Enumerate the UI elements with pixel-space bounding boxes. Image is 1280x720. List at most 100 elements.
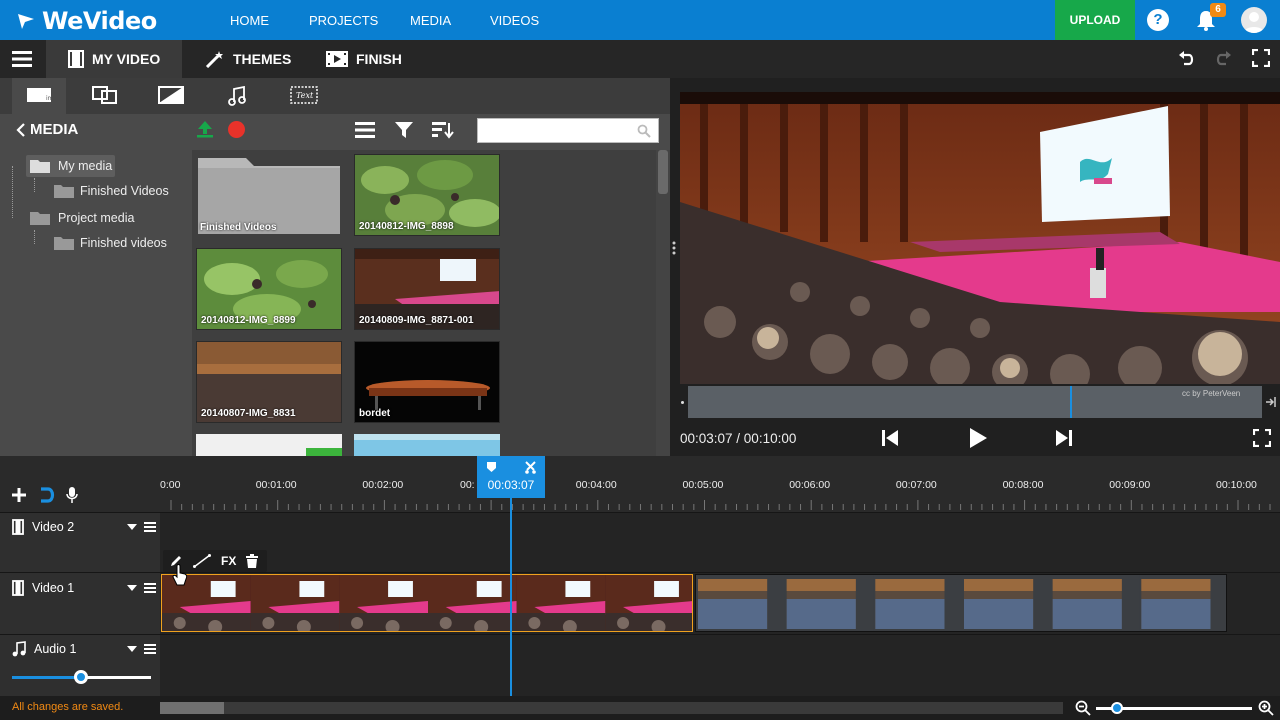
play-icon[interactable]: [968, 427, 988, 449]
video-clip-selected[interactable]: [161, 574, 693, 632]
tree-item-finished-videos[interactable]: Finished Videos: [54, 184, 169, 198]
track-video-2[interactable]: [160, 513, 1280, 572]
track-audio-1[interactable]: [160, 635, 1280, 696]
nav-media[interactable]: MEDIA: [410, 0, 451, 40]
media-item-label: 20140807-IMG_8831: [201, 408, 296, 419]
tab-themes[interactable]: THEMES: [205, 40, 291, 78]
tree-item-my-media[interactable]: My media: [30, 158, 112, 174]
hand-cursor-icon: [172, 564, 188, 586]
zoom-slider-knob[interactable]: [1111, 702, 1123, 714]
timeline-ruler[interactable]: [160, 470, 1280, 512]
preview-scrub-position: [1070, 386, 1072, 418]
magnet-icon[interactable]: [39, 487, 55, 503]
preview-fullscreen-icon[interactable]: [1253, 429, 1271, 447]
chevron-down-icon[interactable]: [127, 524, 137, 530]
media-item[interactable]: [196, 434, 342, 456]
trash-icon[interactable]: [246, 554, 259, 568]
sort-icon[interactable]: [432, 121, 454, 139]
video-clip[interactable]: [695, 574, 1227, 632]
upload-arrow-icon[interactable]: [195, 120, 215, 138]
media-item[interactable]: 20140807-IMG_8831: [196, 341, 342, 423]
track-divider: [0, 634, 1280, 635]
playhead-marker[interactable]: 00:03:07: [477, 456, 545, 498]
nav-videos[interactable]: VIDEOS: [490, 0, 539, 40]
folder-open-icon: [30, 160, 50, 173]
film-icon: [68, 50, 84, 68]
redo-icon[interactable]: [1214, 49, 1232, 67]
avatar[interactable]: [1241, 7, 1267, 33]
media-tab-media[interactable]: img: [26, 86, 52, 104]
audio-volume-knob[interactable]: [74, 670, 88, 684]
upload-button[interactable]: UPLOAD: [1055, 0, 1135, 40]
track-name-label: Video 2: [32, 520, 75, 534]
chevron-down-icon[interactable]: [127, 585, 137, 591]
clip-filmstrip-hall: [162, 575, 692, 631]
timeline-scrollbar[interactable]: [160, 702, 1063, 714]
clip-frame: [516, 575, 606, 631]
media-back-button[interactable]: MEDIA: [16, 121, 78, 138]
media-tab-graphics[interactable]: [158, 86, 184, 104]
tree-line: [34, 230, 35, 244]
media-scrollbar[interactable]: [656, 150, 670, 456]
track-name-label: Video 1: [32, 581, 75, 595]
microphone-icon[interactable]: [66, 486, 78, 504]
music-note-icon: [12, 641, 26, 657]
media-scrollbar-thumb[interactable]: [658, 150, 668, 194]
wevideo-logo[interactable]: WeVideo: [16, 7, 157, 35]
record-icon[interactable]: [228, 121, 245, 138]
tree-item-finished-videos-project[interactable]: Finished videos: [54, 236, 167, 250]
tree-item-label: Finished videos: [80, 236, 167, 250]
skip-forward-icon[interactable]: [1055, 429, 1073, 447]
marker-shield-icon[interactable]: [486, 461, 497, 473]
scissors-icon[interactable]: [525, 461, 536, 474]
media-item[interactable]: 20140809-IMG_8871-001: [354, 248, 500, 330]
user-icon: [1244, 12, 1264, 33]
preview-scrubber[interactable]: [688, 386, 1262, 418]
detach-icon[interactable]: [1265, 395, 1277, 409]
folder-icon: [30, 212, 50, 225]
filter-icon[interactable]: [395, 122, 413, 138]
media-tab-text[interactable]: Text: [290, 86, 318, 104]
media-item[interactable]: [354, 434, 500, 456]
list-view-icon[interactable]: [355, 122, 375, 138]
tab-my-video[interactable]: MY VIDEO: [68, 40, 160, 78]
fullscreen-icon[interactable]: [1252, 49, 1270, 67]
video-preview[interactable]: [680, 92, 1280, 384]
track-menu-icon[interactable]: [144, 522, 156, 532]
track-menu-icon[interactable]: [144, 644, 156, 654]
media-item[interactable]: 20140812-IMG_8898: [354, 154, 500, 236]
nav-home[interactable]: HOME: [230, 0, 269, 40]
line-icon[interactable]: [193, 554, 211, 568]
tree-item-label: My media: [58, 159, 113, 173]
preview-timecode: 00:03:07 / 00:10:00: [680, 431, 797, 446]
clip-frame: [873, 575, 962, 631]
skip-back-icon[interactable]: [881, 429, 899, 447]
timeline-scrollbar-thumb[interactable]: [160, 702, 224, 714]
media-item-label: 20140809-IMG_8871-001: [359, 315, 474, 326]
media-search-input[interactable]: [477, 118, 659, 143]
undo-icon[interactable]: [1178, 49, 1196, 67]
resize-handle-icon[interactable]: [672, 241, 676, 255]
tab-finish-label: FINISH: [356, 51, 402, 67]
clip-filmstrip-crowd: [696, 575, 1226, 631]
media-tab-music[interactable]: [228, 86, 246, 106]
nav-projects[interactable]: PROJECTS: [309, 0, 378, 40]
tab-finish[interactable]: FINISH: [326, 40, 402, 78]
track-menu-icon[interactable]: [144, 583, 156, 593]
chevron-down-icon[interactable]: [127, 646, 137, 652]
folder-icon: [54, 185, 74, 198]
hamburger-menu-icon[interactable]: [12, 51, 32, 67]
media-item[interactable]: bordet: [354, 341, 500, 423]
tree-item-project-media[interactable]: Project media: [30, 210, 134, 226]
help-icon[interactable]: ?: [1147, 9, 1169, 31]
clip-frame: [428, 575, 517, 631]
tree-line: [34, 178, 35, 192]
fx-button[interactable]: FX: [221, 554, 236, 568]
zoom-in-icon[interactable]: [1258, 700, 1274, 716]
media-item-folder[interactable]: Finished Videos: [196, 154, 342, 236]
media-item[interactable]: 20140812-IMG_8899: [196, 248, 342, 330]
tree-line: [12, 166, 13, 218]
add-track-icon[interactable]: [11, 487, 27, 503]
zoom-out-icon[interactable]: [1075, 700, 1091, 716]
media-tab-transitions[interactable]: [92, 86, 118, 104]
